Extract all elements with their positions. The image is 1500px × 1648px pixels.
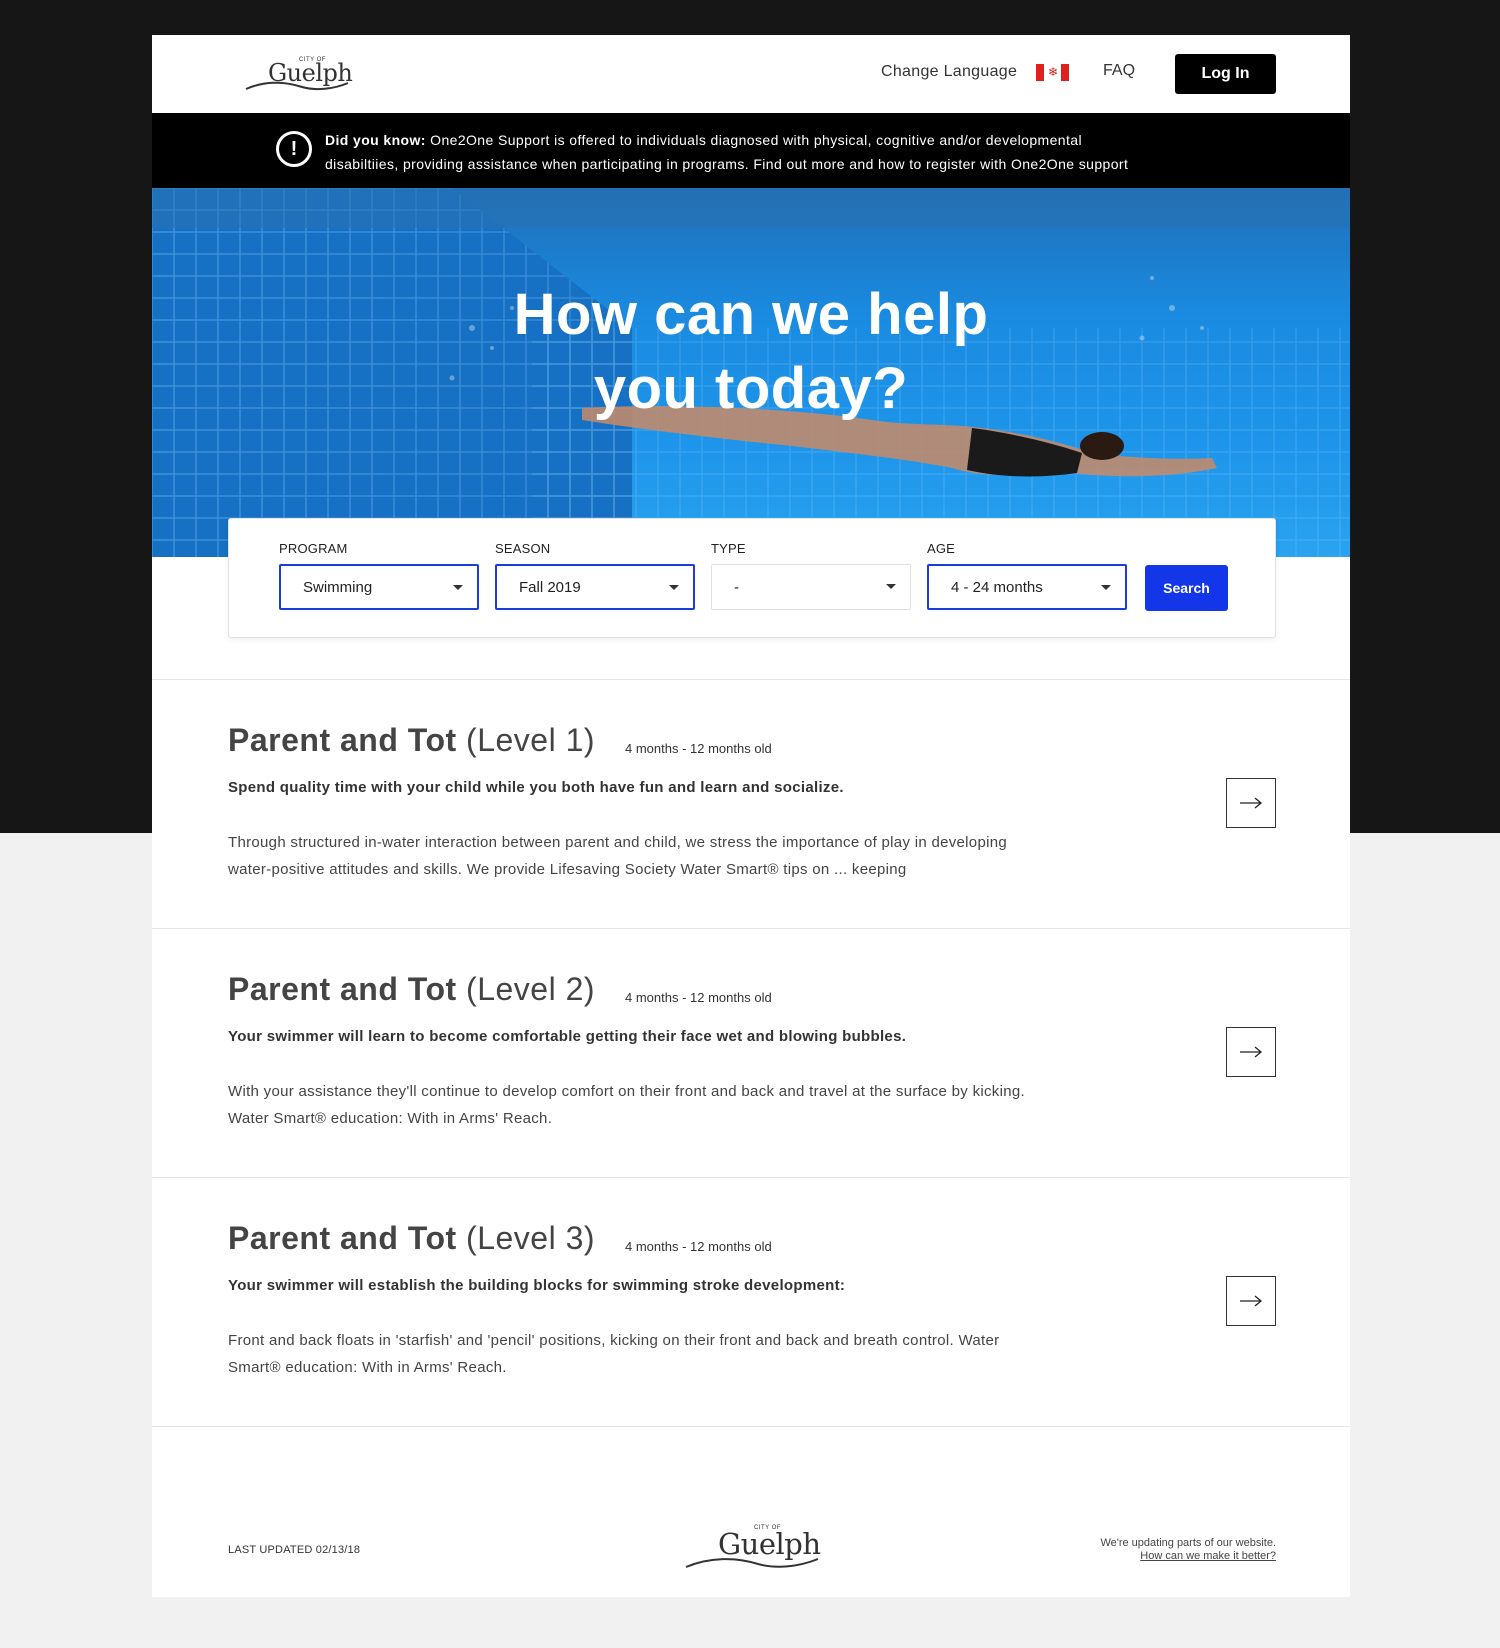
result-title-bold: Parent and Tot: [228, 1220, 457, 1256]
result-description: Front and back floats in 'starfish' and …: [228, 1332, 1000, 1376]
change-language-link[interactable]: Change Language: [881, 63, 1017, 81]
program-field: PROGRAM Swimming: [279, 541, 479, 610]
result-arrow-button[interactable]: [1226, 1276, 1276, 1326]
login-button[interactable]: Log In: [1175, 54, 1276, 94]
result-age: 4 months - 12 months old: [625, 1239, 772, 1254]
hero-line2: you today?: [593, 356, 909, 421]
canada-flag-icon[interactable]: ❄: [1036, 64, 1069, 81]
type-select[interactable]: -: [711, 564, 911, 610]
caret-down-icon: [1101, 585, 1111, 590]
result-age: 4 months - 12 months old: [625, 990, 772, 1005]
result-card: Parent and Tot (Level 2) 4 months - 12 m…: [152, 929, 1350, 1177]
divider: [152, 1426, 1350, 1427]
result-arrow-button[interactable]: [1226, 778, 1276, 828]
footer-guelph-logo[interactable]: CITY OF Guelph: [684, 1523, 824, 1573]
arrow-right-icon: [1240, 1046, 1263, 1058]
result-title-level: (Level 2): [456, 971, 596, 1007]
info-banner: ! Did you know: One2One Support is offer…: [152, 113, 1350, 188]
hero-heading: How can we help you today?: [152, 278, 1350, 426]
age-label: AGE: [927, 541, 956, 556]
result-card: Parent and Tot (Level 1) 4 months - 12 m…: [152, 680, 1350, 928]
result-arrow-button[interactable]: [1226, 1027, 1276, 1077]
hero-image: How can we help you today?: [152, 188, 1350, 557]
result-card: Parent and Tot (Level 3) 4 months - 12 m…: [152, 1178, 1350, 1426]
hero-line1: How can we help: [513, 282, 989, 347]
program-select[interactable]: Swimming: [279, 564, 479, 610]
result-lead: Your swimmer will establish the building…: [228, 1277, 846, 1294]
result-title[interactable]: Parent and Tot (Level 1): [228, 722, 595, 759]
guelph-logo[interactable]: CITY OF Guelph: [244, 55, 354, 95]
program-label: PROGRAM: [279, 541, 348, 556]
type-value: -: [734, 578, 739, 596]
age-field: AGE 4 - 24 months: [927, 541, 1127, 610]
caret-down-icon: [453, 585, 463, 590]
season-field: SEASON Fall 2019: [495, 541, 695, 610]
season-select[interactable]: Fall 2019: [495, 564, 695, 610]
search-button[interactable]: Search: [1145, 565, 1228, 611]
logo-swoosh-icon: [245, 81, 349, 91]
season-label: SEASON: [495, 541, 551, 556]
season-value: Fall 2019: [519, 578, 581, 596]
age-select[interactable]: 4 - 24 months: [927, 564, 1127, 610]
banner-line1: One2One Support is offered to individual…: [425, 132, 1082, 148]
result-description: Through structured in-water interaction …: [228, 834, 1008, 878]
banner-line2[interactable]: disabiltiies, providing assistance when …: [325, 152, 1245, 176]
banner-text: Did you know: One2One Support is offered…: [325, 128, 1245, 176]
type-label: TYPE: [711, 541, 746, 556]
footer-note: We're updating parts of our website. How…: [1022, 1537, 1276, 1563]
last-updated: LAST UPDATED 02/13/18: [228, 1544, 361, 1556]
result-title[interactable]: Parent and Tot (Level 2): [228, 971, 595, 1008]
result-lead: Spend quality time with your child while…: [228, 779, 844, 796]
result-title-bold: Parent and Tot: [228, 971, 457, 1007]
type-field: TYPE -: [711, 541, 911, 610]
result-title-level: (Level 1): [456, 722, 596, 758]
footer-note-text: We're updating parts of our website.: [1100, 1537, 1276, 1549]
result-title-level: (Level 3): [456, 1220, 596, 1256]
arrow-right-icon: [1240, 1295, 1263, 1307]
program-value: Swimming: [303, 578, 373, 596]
result-description: With your assistance they'll continue to…: [228, 1083, 1025, 1127]
alert-icon: !: [276, 131, 312, 167]
result-age: 4 months - 12 months old: [625, 741, 772, 756]
arrow-right-icon: [1240, 797, 1263, 809]
result-title-bold: Parent and Tot: [228, 722, 457, 758]
site-header: CITY OF Guelph Change Language ❄ FAQ Log…: [152, 35, 1350, 113]
caret-down-icon: [669, 585, 679, 590]
banner-bold: Did you know:: [325, 132, 426, 148]
age-value: 4 - 24 months: [951, 578, 1043, 596]
page: CITY OF Guelph Change Language ❄ FAQ Log…: [152, 35, 1350, 1597]
faq-link[interactable]: FAQ: [1103, 62, 1135, 80]
feedback-link[interactable]: How can we make it better?: [1140, 1550, 1276, 1562]
result-lead: Your swimmer will learn to become comfor…: [228, 1028, 907, 1045]
caret-down-icon: [886, 584, 896, 589]
search-card: PROGRAM Swimming SEASON Fall 2019 TYPE -…: [228, 518, 1276, 638]
result-title[interactable]: Parent and Tot (Level 3): [228, 1220, 595, 1257]
logo-swoosh-icon: [685, 1558, 819, 1568]
